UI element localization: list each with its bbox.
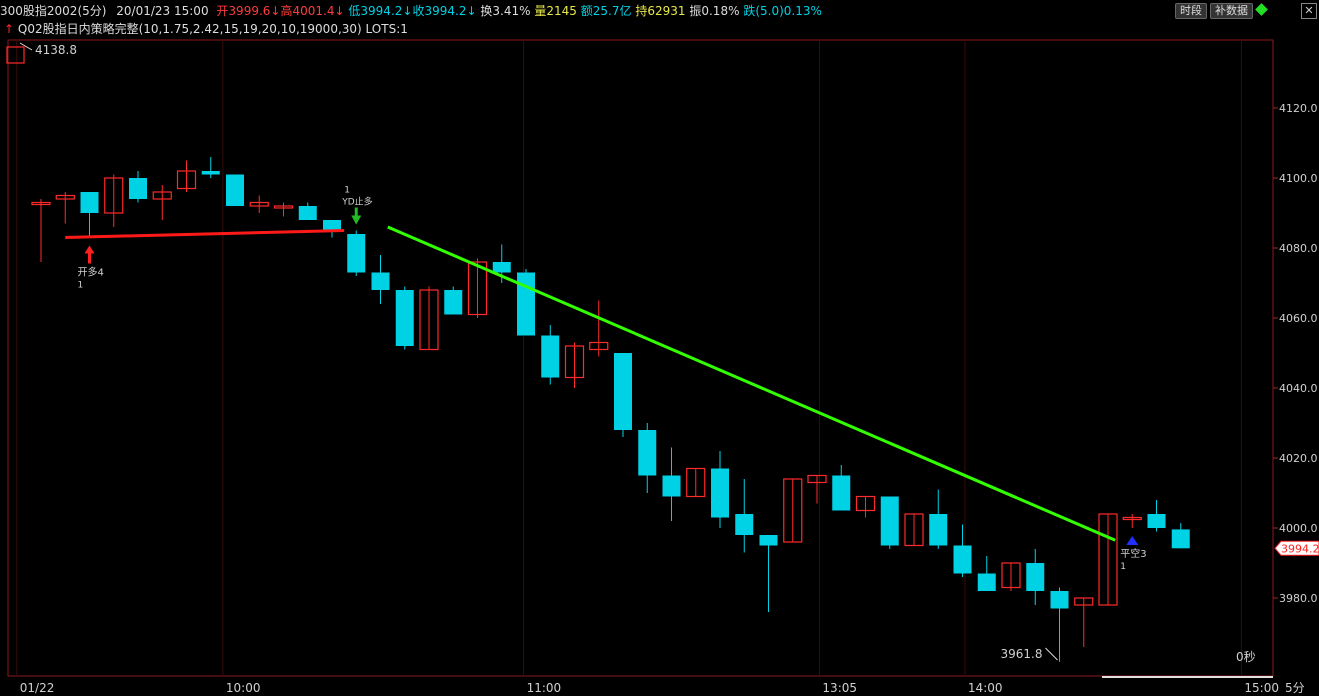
signal-qty: 1	[344, 186, 350, 196]
y-tick-label: 4020.0	[1279, 452, 1318, 465]
buy-arrow-icon	[84, 245, 95, 254]
last-price-label: 3994.2	[1281, 542, 1319, 555]
y-tick-label: 4080.0	[1279, 242, 1318, 255]
chart-grid	[7, 39, 1274, 677]
signal-qty: 1	[1120, 562, 1126, 572]
candle-body-down	[323, 220, 341, 231]
candle-body-down	[759, 535, 778, 546]
candle-body-down	[298, 206, 317, 220]
min-price-label: 3961.8	[1001, 647, 1043, 661]
candle-body-down	[953, 545, 972, 574]
candle-body-down	[201, 171, 220, 175]
candle-body-down	[517, 272, 535, 336]
candle-body-down	[929, 514, 948, 546]
x-tick-label: 15:00	[1244, 681, 1279, 695]
y-tick-label: 4000.0	[1279, 522, 1318, 535]
countdown-label: 0秒	[1236, 650, 1256, 664]
candle-body-down	[614, 353, 632, 430]
candle-body-down	[1050, 591, 1069, 609]
candle-body-down	[444, 290, 463, 315]
x-tick-label: 14:00	[968, 681, 1003, 695]
cover-arrow-icon	[1126, 536, 1139, 545]
trendline-green	[387, 225, 1116, 542]
candle-body-down	[541, 335, 560, 378]
candle-body-down	[977, 573, 996, 591]
candle-body-down	[371, 272, 390, 290]
max-price-label: 4138.8	[35, 43, 77, 57]
candle-body-down	[129, 178, 147, 199]
timeframe-label: 5分	[1285, 681, 1305, 695]
candle-body-down	[832, 475, 851, 511]
candle-body-down	[1147, 514, 1166, 528]
candle-body-down	[638, 430, 657, 476]
x-tick-label: 01/22	[20, 681, 55, 695]
trade-signals: 开多41YD止多1平空31	[78, 186, 1147, 573]
trendline-red	[65, 229, 345, 239]
signal-label: YD止多	[341, 196, 372, 208]
x-tick-label: 13:05	[822, 681, 857, 695]
signal-qty: 1	[78, 281, 84, 291]
candle-body-down	[711, 468, 729, 518]
buy-arrow-stem	[88, 253, 91, 264]
candle-body-down	[347, 234, 366, 273]
candle-body-down	[880, 496, 899, 546]
y-tick-label: 3980.0	[1279, 592, 1318, 605]
candle-body-down	[735, 514, 754, 535]
min-leader-line	[1045, 647, 1058, 661]
stop-arrow-stem	[354, 207, 358, 217]
stop-arrow-icon	[351, 215, 362, 225]
candle-body-down	[1171, 529, 1190, 549]
signal-label: 平空3	[1120, 547, 1146, 560]
signal-label: 开多4	[78, 266, 104, 279]
y-tick-label: 4060.0	[1279, 312, 1318, 325]
chart-axes: 4120.0 4100.0 4080.0 4060.0 4040.0 4020.0 4000…	[6, 42, 1319, 695]
y-tick-label: 4100.0	[1279, 172, 1318, 185]
candle-body-down	[662, 475, 681, 497]
y-tick-label: 4120.0	[1279, 102, 1318, 115]
candle-body-down	[80, 192, 99, 213]
candle-body-down	[1026, 563, 1045, 591]
x-tick-label: 10:00	[226, 681, 261, 695]
candle-body-down	[395, 290, 414, 346]
candle-body-down	[492, 262, 511, 273]
x-tick-label: 11:00	[527, 681, 562, 695]
plot-frame	[7, 39, 1274, 677]
y-tick-label: 4040.0	[1279, 382, 1318, 395]
max-marker-candle	[6, 46, 25, 64]
candlestick-chart[interactable]: 开多41YD止多1平空31 4120.04100.04080.04060.040…	[0, 0, 1319, 696]
candle-body-down	[226, 174, 244, 206]
